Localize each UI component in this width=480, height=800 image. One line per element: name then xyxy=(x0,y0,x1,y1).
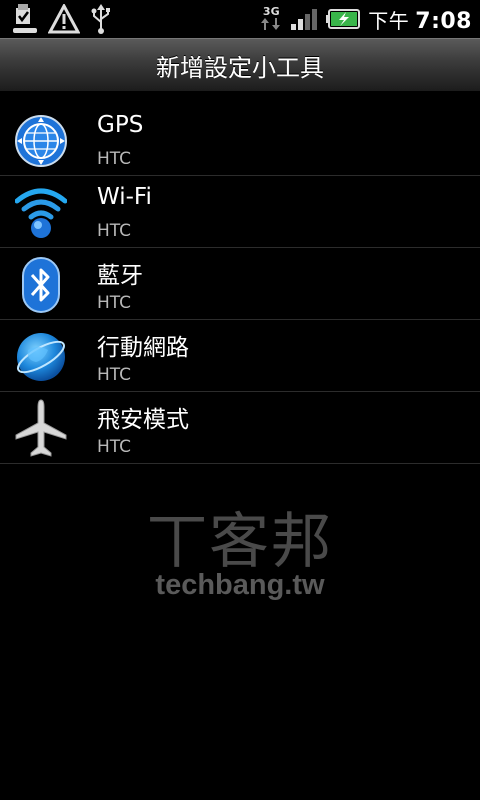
network-type-label: 3G xyxy=(262,5,280,18)
wifi-icon xyxy=(14,186,68,240)
clock: 下午 7:08 xyxy=(368,5,472,34)
item-vendor: HTC xyxy=(97,437,132,457)
network-type-indicator: 3G xyxy=(260,5,282,31)
usb-icon xyxy=(90,4,112,34)
widget-list: GPS HTC Wi-Fi HTC 藍牙 HTC 行動網路 HTC 飛安模式 H… xyxy=(0,104,480,464)
item-vendor: HTC xyxy=(97,149,132,169)
list-item-mobile-network[interactable]: 行動網路 HTC xyxy=(0,320,480,392)
list-item-airplane-mode[interactable]: 飛安模式 HTC xyxy=(0,392,480,464)
gps-icon xyxy=(14,114,68,168)
warning-icon xyxy=(48,4,80,34)
clock-ampm: 下午 xyxy=(368,8,410,33)
title-bar: 新增設定小工具 xyxy=(0,38,480,92)
data-arrows-icon xyxy=(261,18,281,30)
status-bar: 3G 下午 7:08 xyxy=(0,0,480,38)
item-label: 飛安模式 xyxy=(97,407,189,433)
battery-charging-icon xyxy=(326,9,361,29)
page-title: 新增設定小工具 xyxy=(156,53,324,82)
watermark-chinese: 丅客邦 xyxy=(147,507,333,577)
list-item-bluetooth[interactable]: 藍牙 HTC xyxy=(0,248,480,320)
mobile-network-icon xyxy=(14,330,68,384)
task-done-icon xyxy=(12,4,38,34)
item-label: 藍牙 xyxy=(97,263,143,289)
item-label: Wi-Fi xyxy=(97,184,152,210)
signal-strength-icon xyxy=(290,7,318,31)
airplane-icon xyxy=(14,399,68,457)
item-vendor: HTC xyxy=(97,365,132,385)
watermark: 丅客邦 techbang.tw xyxy=(0,510,480,600)
item-label: 行動網路 xyxy=(97,335,189,361)
list-item-gps[interactable]: GPS HTC xyxy=(0,104,480,176)
item-vendor: HTC xyxy=(97,293,132,313)
item-vendor: HTC xyxy=(97,221,132,241)
list-item-wifi[interactable]: Wi-Fi HTC xyxy=(0,176,480,248)
item-label: GPS xyxy=(97,112,144,138)
clock-time: 7:08 xyxy=(415,8,472,34)
bluetooth-icon xyxy=(14,257,68,313)
watermark-url: techbang.tw xyxy=(155,569,325,601)
